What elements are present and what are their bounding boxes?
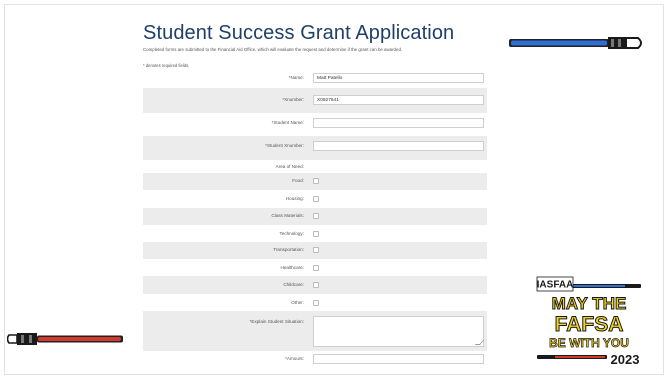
housing-checkbox[interactable] bbox=[313, 196, 319, 202]
name-label: *Name: bbox=[288, 75, 304, 80]
other-checkbox[interactable] bbox=[313, 300, 319, 306]
saber-pommel bbox=[7, 334, 18, 344]
intro-text: Completed forms are submitted to the Fin… bbox=[143, 47, 403, 52]
badge-org: IASFAA bbox=[537, 280, 574, 291]
saber-hilt-band bbox=[29, 335, 32, 343]
saber-pommel bbox=[625, 37, 642, 49]
student-xnumber-label: *Student Xnumber: bbox=[265, 143, 304, 148]
row-amount: *Amount: bbox=[143, 351, 487, 369]
saber-hilt-band bbox=[618, 39, 621, 47]
area-of-need-label: Area of Need: bbox=[275, 164, 304, 169]
red-lightsaber-icon bbox=[7, 333, 123, 345]
explain-textarea[interactable] bbox=[313, 316, 485, 347]
need-label: Technology: bbox=[279, 231, 304, 236]
blue-lightsaber-icon bbox=[509, 37, 642, 49]
saber-hilt bbox=[17, 333, 37, 345]
page-title: Student Success Grant Application bbox=[143, 22, 455, 44]
saber-blade bbox=[511, 40, 607, 46]
xnumber-label: *Xnumber: bbox=[282, 97, 304, 102]
badge-top-blade bbox=[573, 285, 625, 287]
row-need-class-materials: Class Materials: bbox=[143, 208, 487, 225]
name-input[interactable]: Matt Patello bbox=[313, 73, 484, 83]
row-student-xnumber: *Student Xnumber: bbox=[143, 136, 487, 160]
need-label: Childcare: bbox=[283, 282, 304, 287]
badge-line3: BE WITH YOU bbox=[549, 336, 629, 350]
need-label: Transportation: bbox=[273, 247, 304, 252]
row-need-healthcare: Healthcare: bbox=[143, 259, 487, 276]
saber-blade bbox=[38, 337, 121, 341]
need-label: Housing: bbox=[285, 196, 304, 201]
row-name: *Name: Matt Patello bbox=[143, 69, 487, 87]
required-note: * denotes required fields. bbox=[143, 63, 190, 68]
badge-year: 2023 bbox=[611, 352, 640, 367]
row-need-transportation: Transportation: bbox=[143, 242, 487, 259]
row-area-of-need: Area of Need: bbox=[143, 160, 487, 173]
row-need-housing: Housing: bbox=[143, 190, 487, 208]
need-label: Healthcare: bbox=[280, 265, 305, 270]
student-name-input[interactable] bbox=[313, 118, 484, 128]
explain-label: *Explain Student Situation: bbox=[249, 319, 304, 324]
student-name-label: *Student Name: bbox=[271, 120, 304, 125]
class-materials-checkbox[interactable] bbox=[313, 213, 319, 219]
healthcare-checkbox[interactable] bbox=[313, 265, 319, 271]
row-need-childcare: Childcare: bbox=[143, 276, 487, 294]
need-label: Food: bbox=[292, 178, 304, 183]
saber-hilt bbox=[608, 37, 626, 49]
row-need-technology: Technology: bbox=[143, 225, 487, 242]
badge-line1: MAY THE bbox=[552, 294, 627, 313]
technology-checkbox[interactable] bbox=[313, 231, 319, 237]
row-need-other: Other: bbox=[143, 294, 487, 311]
row-student-name: *Student Name: bbox=[143, 113, 487, 135]
saber-hilt-band bbox=[611, 39, 614, 47]
need-label: Class Materials: bbox=[271, 213, 304, 218]
iasfaa-badge-logo: IASFAA MAY THE FAFSA BE WITH YOU 2023 bbox=[536, 276, 641, 367]
childcare-checkbox[interactable] bbox=[313, 282, 319, 288]
student-xnumber-input[interactable] bbox=[313, 141, 484, 151]
amount-input[interactable] bbox=[313, 354, 484, 364]
xnumber-input[interactable]: X0927641 bbox=[313, 95, 484, 105]
badge-bottom-blade bbox=[555, 356, 605, 358]
row-xnumber: *Xnumber: X0927641 bbox=[143, 88, 487, 113]
amount-label: *Amount: bbox=[285, 356, 304, 361]
badge-line2: FAFSA bbox=[555, 313, 624, 336]
transportation-checkbox[interactable] bbox=[313, 247, 319, 253]
food-checkbox[interactable] bbox=[313, 178, 319, 184]
row-explain: *Explain Student Situation: bbox=[143, 311, 487, 351]
row-need-food: Food: bbox=[143, 173, 487, 190]
need-label: Other: bbox=[291, 300, 304, 305]
resize-grip-icon[interactable] bbox=[474, 340, 485, 345]
saber-hilt-band bbox=[21, 335, 24, 343]
